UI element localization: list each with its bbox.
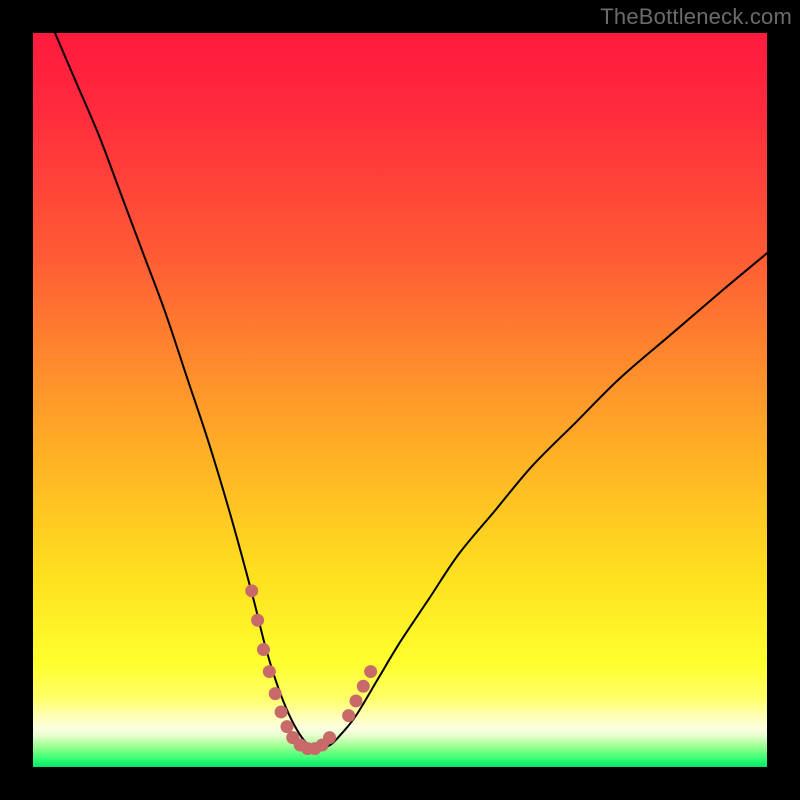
plot-area (33, 33, 767, 767)
highlight-segment-bottom (293, 738, 330, 749)
curve-layer (33, 33, 767, 767)
bottleneck-curve (55, 33, 767, 749)
chart-stage: TheBottleneck.com (0, 0, 800, 800)
watermark-text: TheBottleneck.com (600, 4, 792, 30)
